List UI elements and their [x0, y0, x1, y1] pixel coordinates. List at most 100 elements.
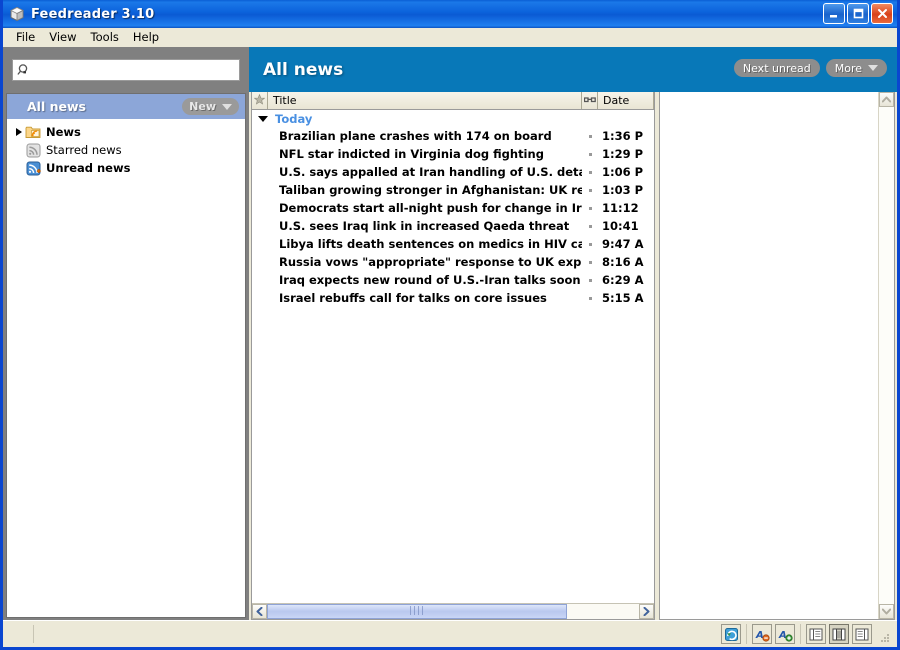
sidebar-item-unread-news-label: Unread news [46, 161, 131, 175]
news-item-read-dot-icon [582, 152, 598, 156]
news-item-read-dot-icon [582, 260, 598, 264]
news-item-date: 5:15 A [602, 291, 644, 305]
news-item-read-dot-icon [582, 224, 598, 228]
news-item-row[interactable]: Russia vows "appropriate" response to UK… [252, 253, 654, 271]
column-read[interactable] [582, 92, 598, 109]
news-list-pane: Title Date Today Brazilian plane crashes… [251, 92, 655, 620]
menu-tools[interactable]: Tools [84, 30, 126, 46]
scroll-down-button[interactable] [879, 604, 894, 619]
news-items-container: Brazilian plane crashes with 174 on boar… [252, 127, 654, 307]
feed-tree-header: All news New [7, 94, 245, 119]
news-item-title: NFL star indicted in Virginia dog fighti… [279, 147, 544, 161]
news-item-read-dot-icon [582, 188, 598, 192]
vscroll-track[interactable] [879, 107, 894, 604]
layout-side-preview-icon[interactable] [829, 624, 849, 644]
feed-tree-list: News Starred news Unread news [7, 119, 245, 617]
menu-help[interactable]: Help [126, 30, 166, 46]
column-title[interactable]: Title [268, 92, 582, 109]
close-icon [877, 4, 888, 23]
next-unread-button[interactable]: Next unread [733, 59, 820, 77]
preview-content [660, 92, 878, 619]
more-button[interactable]: More [825, 59, 887, 77]
news-item-row[interactable]: Libya lifts death sentences on medics in… [252, 235, 654, 253]
news-item-row[interactable]: U.S. sees Iraq link in increased Qaeda t… [252, 217, 654, 235]
status-button-groups: A A [721, 624, 891, 644]
news-item-row[interactable]: Israel rebuffs call for talks on core is… [252, 289, 654, 307]
news-item-row[interactable]: U.S. says appalled at Iran handling of U… [252, 163, 654, 181]
rss-blue-icon [25, 160, 41, 176]
maximize-icon [853, 4, 864, 23]
minimize-button[interactable] [823, 3, 845, 24]
news-item-date: 11:12 [602, 201, 639, 215]
news-item-read-dot-icon [582, 296, 598, 300]
group-row-today[interactable]: Today [252, 110, 654, 127]
sidebar-item-news[interactable]: News [7, 123, 245, 141]
arrow-left-icon [256, 607, 263, 616]
news-item-date: 6:29 A [602, 273, 644, 287]
svg-text:A: A [755, 630, 764, 641]
sidebar-item-starred-news-label: Starred news [46, 143, 122, 157]
maximize-button[interactable] [847, 3, 869, 24]
content-panes: Title Date Today Brazilian plane crashes… [249, 92, 897, 620]
sidebar-item-starred-news[interactable]: Starred news [7, 141, 245, 159]
news-item-date: 1:06 P [602, 165, 644, 179]
app-body: All news New News Starred news Unread ne… [3, 47, 897, 620]
hscroll-thumb[interactable]: |||| [267, 604, 567, 619]
layout-no-preview-icon[interactable] [852, 624, 872, 644]
list-horizontal-scrollbar[interactable]: |||| [252, 603, 654, 619]
group-label: Today [275, 111, 313, 126]
layout-bottom-preview-icon[interactable] [806, 624, 826, 644]
page-title: All news [263, 59, 344, 80]
resize-grip-icon[interactable] [879, 628, 891, 642]
news-item-row[interactable]: Democrats start all-night push for chang… [252, 199, 654, 217]
status-separator [33, 625, 34, 643]
chevron-down-icon [868, 65, 878, 71]
news-list-body[interactable]: Today Brazilian plane crashes with 174 o… [252, 110, 654, 603]
news-item-read-dot-icon [582, 170, 598, 174]
menu-file[interactable]: File [9, 30, 42, 46]
news-item-row[interactable]: Brazilian plane crashes with 174 on boar… [252, 127, 654, 145]
main-header: All news Next unread More [249, 47, 897, 92]
news-item-row[interactable]: Taliban growing stronger in Afghanistan:… [252, 181, 654, 199]
font-increase-icon[interactable]: A [775, 624, 795, 644]
font-decrease-icon[interactable]: A [752, 624, 772, 644]
star-icon [253, 93, 266, 108]
new-feed-button[interactable]: New [182, 98, 239, 115]
refresh-feeds-icon[interactable] [721, 624, 741, 644]
feed-tree-panel: All news New News Starred news Unread ne… [6, 93, 246, 618]
news-item-title: Brazilian plane crashes with 174 on boar… [279, 129, 552, 143]
more-label: More [834, 61, 862, 75]
news-item-read-dot-icon [582, 242, 598, 246]
expand-news-toggle[interactable] [13, 128, 25, 136]
minimize-icon [829, 4, 839, 23]
menu-view[interactable]: View [42, 30, 83, 46]
news-item-row[interactable]: Iraq expects new round of U.S.-Iran talk… [252, 271, 654, 289]
news-item-date: 1:36 P [602, 129, 644, 143]
sidebar-item-unread-news[interactable]: Unread news [7, 159, 245, 177]
folder-rss-icon [25, 124, 41, 140]
preview-vertical-scrollbar[interactable] [878, 92, 894, 619]
search-box[interactable] [12, 59, 240, 81]
news-item-read-dot-icon [582, 278, 598, 282]
news-item-title: U.S. says appalled at Iran handling of U… [279, 165, 582, 179]
scroll-up-button[interactable] [879, 92, 894, 107]
search-input[interactable] [34, 60, 228, 80]
title-bar: Feedreader 3.10 [3, 0, 897, 28]
column-date[interactable]: Date [598, 92, 654, 109]
news-item-title: Libya lifts death sentences on medics in… [279, 237, 582, 251]
search-icon [17, 63, 31, 77]
scroll-left-button[interactable] [252, 604, 267, 619]
column-star[interactable] [252, 92, 268, 109]
hscroll-track[interactable]: |||| [267, 604, 639, 619]
arrow-right-icon [643, 607, 650, 616]
news-item-title: Taliban growing stronger in Afghanistan:… [279, 183, 582, 197]
close-button[interactable] [871, 3, 893, 24]
scroll-right-button[interactable] [639, 604, 654, 619]
news-item-title: Russia vows "appropriate" response to UK… [279, 255, 582, 269]
status-bar: A A [3, 620, 897, 647]
search-area [3, 47, 249, 93]
main-area: All news Next unread More Title Date Tod… [249, 47, 897, 620]
news-item-title: U.S. sees Iraq link in increased Qaeda t… [279, 219, 570, 233]
news-item-row[interactable]: NFL star indicted in Virginia dog fighti… [252, 145, 654, 163]
triangle-right-icon [16, 128, 22, 136]
